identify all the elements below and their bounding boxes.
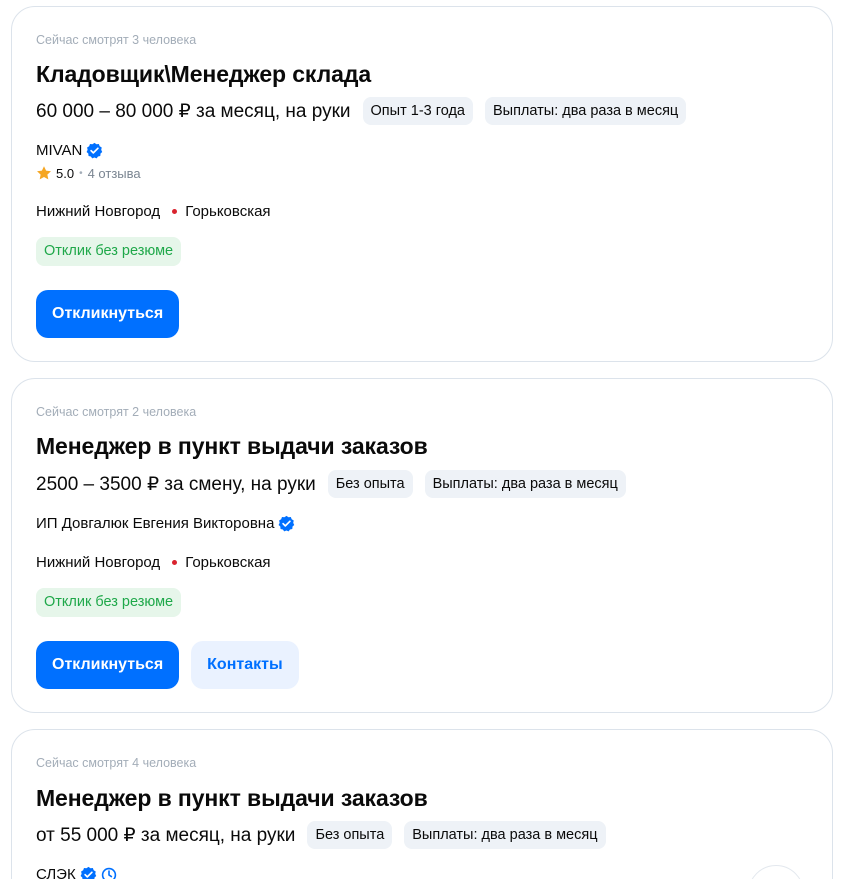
verified-check-icon: [87, 142, 103, 159]
payment-tag: Выплаты: два раза в месяц: [404, 821, 606, 849]
company-name-link[interactable]: MIVAN: [36, 142, 82, 159]
company-row: MIVAN: [36, 142, 103, 159]
respond-button[interactable]: Откликнуться: [36, 641, 180, 689]
actions: Откликнуться Контакты: [36, 641, 299, 689]
star-icon: [37, 166, 51, 180]
verified-check-icon: [279, 515, 295, 532]
actions: Откликнуться: [36, 290, 191, 338]
vacancy-title-link[interactable]: Менеджер в пункт выдачи заказов: [36, 433, 428, 460]
no-resume-badge: Отклик без резюме: [36, 588, 182, 617]
payment-tag: Выплаты: два раза в месяц: [484, 97, 687, 125]
company-row: ИП Довгалюк Евгения Викторовна: [36, 515, 295, 532]
verified-check-icon: [80, 866, 96, 879]
viewers-count: Сейчас смотрят 4 человека: [36, 756, 197, 770]
experience-tag: Без опыта: [307, 821, 393, 849]
viewers-count: Сейчас смотрят 3 человека: [36, 33, 197, 47]
reviews-count[interactable]: 4 отзыва: [88, 166, 141, 181]
location-row: Нижний Новгород Горьковская: [36, 203, 271, 220]
salary: 60 000 – 80 000 ₽ за месяц, на руки: [36, 100, 351, 122]
metro-station: Горьковская: [185, 554, 271, 571]
vacancy-card[interactable]: Сейчас смотрят 3 человека Кладовщик\Мене…: [11, 6, 833, 362]
rating-value: 5.0: [56, 165, 75, 181]
vacancy-card[interactable]: Сейчас смотрят 4 человека Менеджер в пун…: [11, 729, 833, 879]
metro-dot-icon: [172, 209, 178, 214]
city: Нижний Новгород: [36, 554, 161, 571]
salary: 2500 – 3500 ₽ за смену, на руки: [36, 473, 316, 495]
trusted-employer-icon: [101, 867, 116, 879]
salary: от 55 000 ₽ за месяц, на руки: [36, 824, 296, 846]
salary-row: 2500 – 3500 ₽ за смену, на руки Без опыт…: [36, 470, 638, 498]
company-row: СЛЭК: [36, 866, 117, 879]
separator-dot: •: [79, 167, 83, 179]
company-name-link[interactable]: СЛЭК: [36, 866, 76, 879]
contacts-button[interactable]: Контакты: [191, 641, 299, 689]
city: Нижний Новгород: [36, 203, 161, 220]
respond-button[interactable]: Откликнуться: [36, 290, 180, 338]
viewers-count: Сейчас смотрят 2 человека: [36, 405, 197, 419]
payment-tag: Выплаты: два раза в месяц: [424, 470, 626, 498]
no-resume-badge: Отклик без резюме: [36, 237, 182, 266]
company-name-link[interactable]: ИП Довгалюк Евгения Викторовна: [36, 515, 274, 532]
experience-tag: Опыт 1-3 года: [362, 97, 473, 125]
vacancy-card[interactable]: Сейчас смотрят 2 человека Менеджер в пун…: [11, 378, 833, 713]
salary-row: от 55 000 ₽ за месяц, на руки Без опыта …: [36, 821, 618, 849]
metro-station: Горьковская: [185, 203, 271, 220]
experience-tag: Без опыта: [327, 470, 413, 498]
salary-row: 60 000 – 80 000 ₽ за месяц, на руки Опыт…: [36, 97, 698, 125]
vacancy-feed: Сейчас смотрят 3 человека Кладовщик\Мене…: [0, 0, 851, 879]
vacancy-title-link[interactable]: Кладовщик\Менеджер склада: [36, 61, 371, 88]
location-row: Нижний Новгород Горьковская: [36, 554, 271, 571]
vacancy-title-link[interactable]: Менеджер в пункт выдачи заказов: [36, 785, 428, 812]
rating-row[interactable]: 5.0 • 4 отзыва: [36, 165, 141, 181]
metro-dot-icon: [172, 560, 178, 565]
favorite-button[interactable]: [748, 865, 804, 879]
